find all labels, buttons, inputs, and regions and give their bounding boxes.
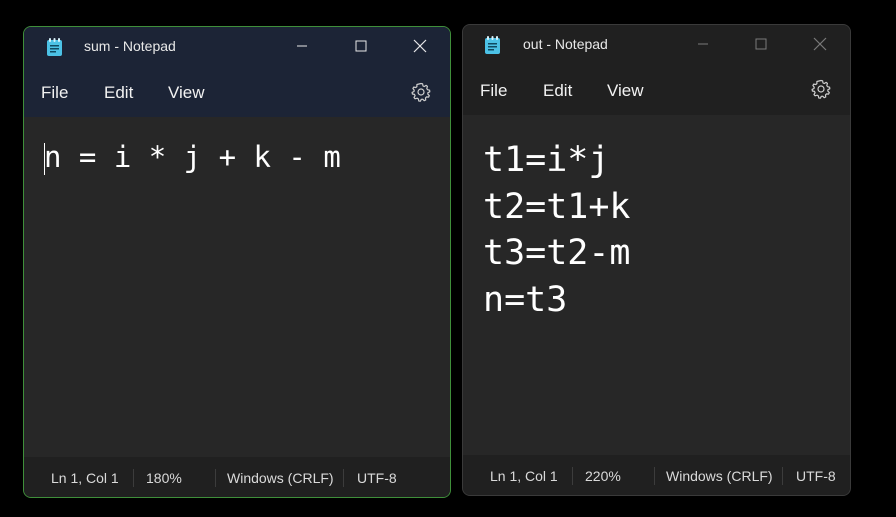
gear-icon[interactable] [811, 79, 831, 99]
notepad-icon [485, 36, 500, 54]
title-bar[interactable]: sum - Notepad [24, 27, 450, 67]
text-editor[interactable]: n = i * j + k - m [24, 117, 450, 457]
maximize-icon [755, 38, 767, 50]
status-line-ending: Windows (CRLF) [227, 470, 334, 486]
notepad-window-sum[interactable]: sum - Notepad File Edit View n = i * j +… [23, 26, 451, 498]
menu-bar [24, 67, 450, 117]
window-title: out - Notepad [523, 36, 608, 52]
gear-icon[interactable] [411, 82, 431, 102]
window-title: sum - Notepad [84, 38, 176, 54]
menu-view[interactable]: View [168, 83, 205, 103]
menu-edit[interactable]: Edit [543, 81, 572, 101]
text-editor[interactable]: t1=i*j t2=t1+k t3=t2-m n=t3 [463, 115, 850, 455]
status-separator [215, 469, 216, 487]
status-zoom: 180% [146, 470, 182, 486]
text-caret [44, 143, 45, 175]
maximize-icon [355, 40, 367, 52]
menu-edit[interactable]: Edit [104, 83, 133, 103]
close-icon [813, 37, 827, 51]
notepad-icon [47, 38, 62, 56]
status-bar: Ln 1, Col 1 220% Windows (CRLF) UTF-8 [463, 455, 850, 495]
close-icon [413, 39, 427, 53]
close-button[interactable] [797, 25, 843, 63]
close-button[interactable] [397, 27, 443, 65]
menu-view[interactable]: View [607, 81, 644, 101]
status-position: Ln 1, Col 1 [51, 470, 119, 486]
minimize-button[interactable] [279, 27, 325, 65]
minimize-button[interactable] [680, 25, 726, 63]
status-encoding: UTF-8 [357, 470, 397, 486]
menu-file[interactable]: File [41, 83, 68, 103]
minimize-icon [698, 43, 708, 45]
status-separator [654, 467, 655, 485]
status-separator [133, 469, 134, 487]
minimize-icon [297, 45, 307, 47]
status-separator [343, 469, 344, 487]
title-bar[interactable]: out - Notepad [463, 25, 850, 65]
menu-file[interactable]: File [480, 81, 507, 101]
status-zoom: 220% [585, 468, 621, 484]
editor-content[interactable]: t1=i*j t2=t1+k t3=t2-m n=t3 [483, 137, 631, 323]
status-separator [572, 467, 573, 485]
status-position: Ln 1, Col 1 [490, 468, 558, 484]
menu-bar [463, 65, 850, 115]
maximize-button[interactable] [738, 25, 784, 63]
status-encoding: UTF-8 [796, 468, 836, 484]
status-bar: Ln 1, Col 1 180% Windows (CRLF) UTF-8 [24, 457, 450, 497]
maximize-button[interactable] [338, 27, 384, 65]
status-separator [782, 467, 783, 485]
editor-content[interactable]: n = i * j + k - m [44, 139, 341, 175]
status-line-ending: Windows (CRLF) [666, 468, 773, 484]
notepad-window-out[interactable]: out - Notepad File Edit View t1=i*j t2=t… [462, 24, 851, 496]
